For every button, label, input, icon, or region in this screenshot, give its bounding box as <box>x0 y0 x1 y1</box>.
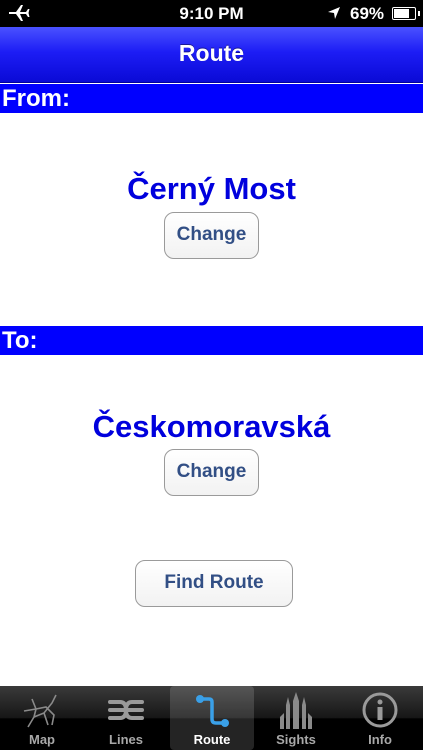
lines-icon <box>108 700 144 720</box>
tab-map[interactable]: Map <box>0 686 84 750</box>
page-title: Route <box>178 40 245 66</box>
change-to-button[interactable]: Change <box>164 449 259 496</box>
tab-label: Sights <box>276 732 316 747</box>
tab-info[interactable]: Info <box>338 686 422 750</box>
tab-lines[interactable]: Lines <box>84 686 168 750</box>
location-arrow-icon <box>328 7 340 19</box>
to-header: To: <box>0 326 423 355</box>
tab-label: Route <box>193 732 231 747</box>
tab-label: Info <box>368 732 392 747</box>
route-icon <box>196 695 229 727</box>
tab-label: Map <box>29 732 55 747</box>
from-station: Černý Most <box>127 171 296 206</box>
map-icon <box>23 694 57 728</box>
tab-label: Lines <box>109 732 143 747</box>
tab-bar: Map Lines Route Sights Info <box>0 686 423 750</box>
from-header: From: <box>0 84 423 113</box>
change-from-button[interactable]: Change <box>164 212 259 259</box>
to-station: Českomoravská <box>92 409 331 444</box>
battery-icon <box>392 7 420 20</box>
find-route-button[interactable]: Find Route <box>135 560 293 607</box>
status-bar: 9:10 PM 69% <box>0 0 423 27</box>
navigation-bar: Route <box>0 27 423 83</box>
tab-route[interactable]: Route <box>170 686 254 750</box>
battery-percent: 69% <box>350 4 385 23</box>
tab-sights[interactable]: Sights <box>254 686 338 750</box>
info-icon <box>362 692 398 728</box>
sights-icon <box>280 692 312 729</box>
